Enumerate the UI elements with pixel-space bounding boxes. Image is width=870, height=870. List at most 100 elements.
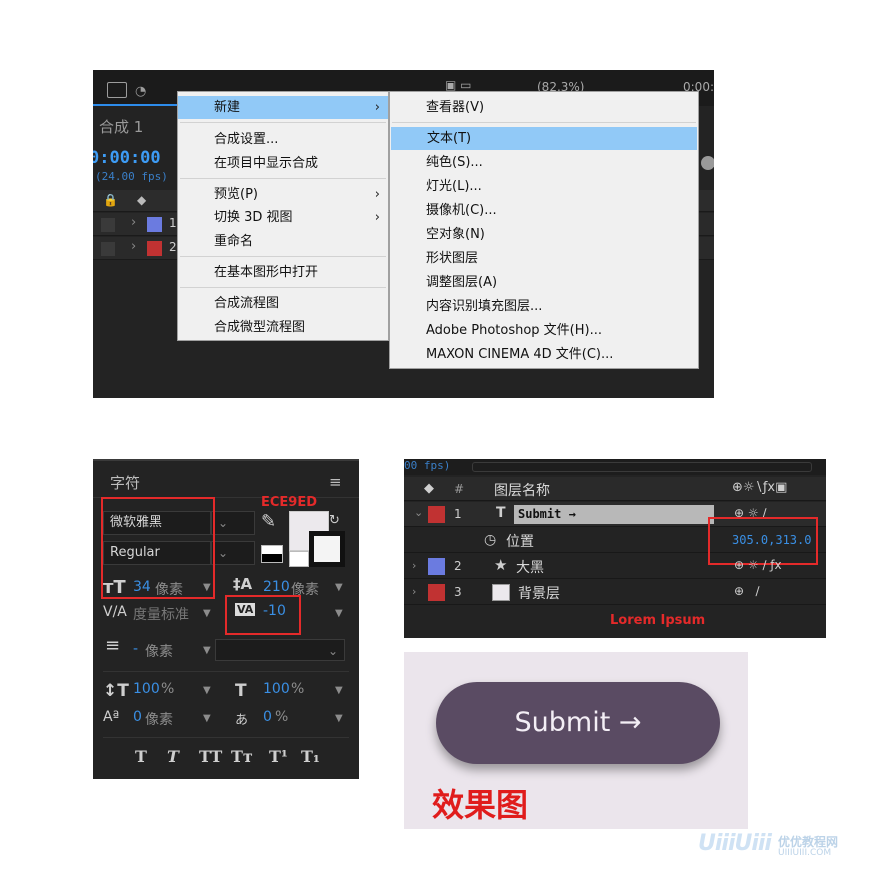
tag-icon: ◆: [424, 481, 434, 496]
snapshot-icon[interactable]: ▣ ▭: [445, 78, 472, 92]
context-menu: 新建 › 合成设置... 在项目中显示合成 预览(P) › 切换 3D 视图 ›…: [177, 91, 389, 341]
stroke-width-dropdown-icon[interactable]: ▼: [203, 645, 211, 656]
menu-item-label: 新建: [214, 100, 241, 115]
layer-name[interactable]: 背景层: [518, 583, 560, 603]
menu-separator: [180, 287, 386, 288]
no-color-swatch[interactable]: [289, 551, 309, 567]
comp-tab-title[interactable]: 合成 1: [99, 116, 143, 137]
expand-arrow-icon[interactable]: ›: [412, 559, 416, 572]
menu-item-new[interactable]: 新建 ›: [178, 96, 388, 119]
leading-value[interactable]: 210: [263, 579, 290, 595]
eyedropper-icon[interactable]: ✎: [261, 511, 276, 532]
vertical-scale-value[interactable]: 100: [133, 681, 160, 697]
layer-switches[interactable]: ⊕ ∕: [734, 584, 760, 598]
layer-switches[interactable]: ⊕ ☼ ∕ ƒx: [734, 558, 782, 572]
column-layer-name-header[interactable]: 图层名称: [494, 480, 550, 500]
stroke-type-dropdown[interactable]: ⌄: [215, 639, 345, 661]
menu-separator: [180, 178, 386, 179]
menu-item-adjustment-layer[interactable]: 调整图层(A): [390, 271, 698, 294]
menu-item-label: 预览(P): [214, 187, 258, 202]
menu-item-null-object[interactable]: 空对象(N): [390, 223, 698, 246]
black-white-swatch[interactable]: [261, 545, 283, 563]
menu-item-shape-layer[interactable]: 形状图层: [390, 247, 698, 270]
horizontal-scale-value[interactable]: 100: [263, 681, 290, 697]
current-timecode[interactable]: 0:00:00: [93, 148, 161, 168]
menu-separator: [392, 122, 696, 123]
menu-item-switch-3d-view[interactable]: 切换 3D 视图 ›: [178, 206, 388, 229]
font-style-dropdown[interactable]: ⌄: [211, 541, 255, 565]
submit-button[interactable]: Submit →: [436, 682, 720, 764]
menu-item-content-aware-fill[interactable]: 内容识别填充图层...: [390, 295, 698, 318]
stroke-color-swatch[interactable]: [309, 531, 345, 567]
solid-layer-icon: [492, 584, 510, 601]
visibility-toggle[interactable]: [101, 218, 115, 232]
table-row[interactable]: › 2 ★ 大黑 ⊕ ☼ ∕ ƒx: [404, 554, 826, 579]
small-caps-button[interactable]: Tт: [231, 747, 253, 766]
menu-item-comp-settings[interactable]: 合成设置...: [178, 128, 388, 151]
tracking-dropdown-icon[interactable]: ▼: [335, 608, 343, 619]
baseline-shift-dropdown-icon[interactable]: ▼: [203, 713, 211, 724]
vertical-scale-dropdown-icon[interactable]: ▼: [203, 685, 211, 696]
menu-item-text[interactable]: 文本(T): [391, 127, 697, 150]
baseline-shift-unit: 像素: [145, 712, 173, 728]
menu-item-cinema4d-file[interactable]: MAXON CINEMA 4D 文件(C)...: [390, 343, 698, 366]
tsume-dropdown-icon[interactable]: ▼: [335, 713, 343, 724]
watermark-logo: UiiiUiii: [698, 831, 772, 856]
superscript-button[interactable]: T¹: [269, 747, 288, 766]
label-color[interactable]: [147, 241, 162, 256]
menu-item-reveal-in-project[interactable]: 在项目中显示合成: [178, 152, 388, 175]
font-family-dropdown[interactable]: ⌄: [211, 511, 255, 535]
motion-blur-icon[interactable]: ◔: [135, 84, 146, 99]
film-icon[interactable]: [107, 82, 127, 98]
baseline-shift-value[interactable]: 0: [133, 709, 142, 725]
menu-item-solid[interactable]: 纯色(S)...: [390, 151, 698, 174]
menu-item-photoshop-file[interactable]: Adobe Photoshop 文件(H)...: [390, 319, 698, 342]
leading-dropdown-icon[interactable]: ▼: [335, 582, 343, 593]
all-caps-button[interactable]: TT: [199, 747, 222, 766]
layer-name[interactable]: 大黑: [516, 557, 544, 577]
layer-name-field[interactable]: Submit →: [514, 505, 714, 524]
visibility-toggle[interactable]: [101, 242, 115, 256]
expand-arrow-icon[interactable]: ›: [412, 585, 416, 598]
tsume-icon: あ: [235, 713, 249, 728]
label-color[interactable]: [147, 217, 162, 232]
stroke-width-value[interactable]: -: [133, 641, 138, 657]
tsume-value[interactable]: 0: [263, 709, 272, 725]
switches-header-icon: ⊕☼∖ƒx▣: [732, 480, 788, 495]
tag-icon[interactable]: ◆: [137, 193, 146, 207]
menu-item-viewer[interactable]: 查看器(V): [390, 96, 698, 119]
kerning-dropdown-icon[interactable]: ▼: [203, 608, 211, 619]
panel-menu-icon[interactable]: ≡: [329, 473, 342, 491]
label-color[interactable]: [428, 558, 445, 575]
font-size-value[interactable]: 34: [133, 579, 151, 595]
horizontal-scale-dropdown-icon[interactable]: ▼: [335, 685, 343, 696]
stopwatch-icon[interactable]: ◷: [484, 532, 496, 548]
faux-italic-button[interactable]: T: [167, 747, 179, 766]
font-size-dropdown-icon[interactable]: ▼: [203, 582, 211, 593]
lock-icon[interactable]: 🔒: [103, 193, 118, 207]
menu-item-light[interactable]: 灯光(L)...: [390, 175, 698, 198]
kerning-value[interactable]: 度量标准: [133, 604, 189, 624]
label-color[interactable]: [428, 584, 445, 601]
expand-arrow-icon[interactable]: ›: [131, 215, 136, 230]
subscript-button[interactable]: T₁: [301, 747, 320, 766]
menu-item-rename[interactable]: 重命名: [178, 230, 388, 253]
character-panel: 字符 ≡ 微软雅黑 ⌄ Regular ⌄ ✎ ECE9ED ↻ тT 34 像…: [93, 459, 359, 779]
swap-colors-icon[interactable]: ↻: [329, 513, 340, 528]
menu-item-label: 切换 3D 视图: [214, 210, 293, 225]
search-field[interactable]: [472, 462, 812, 472]
expand-arrow-icon[interactable]: ›: [131, 239, 136, 254]
faux-bold-button[interactable]: T: [135, 747, 147, 766]
table-row[interactable]: › 3 背景层 ⊕ ∕: [404, 580, 826, 605]
menu-item-mini-flowchart[interactable]: 合成微型流程图: [178, 316, 388, 339]
label-color[interactable]: [428, 506, 445, 523]
fps-fragment: 00 fps): [404, 459, 451, 472]
collapse-arrow-icon[interactable]: ⌄: [414, 506, 423, 519]
menu-item-open-essential-graphics[interactable]: 在基本图形中打开: [178, 261, 388, 284]
menu-item-camera[interactable]: 摄像机(C)...: [390, 199, 698, 222]
globe-icon[interactable]: [701, 156, 714, 170]
watermark-url: UIIIUIII.COM: [778, 848, 832, 858]
menu-item-preview[interactable]: 预览(P) ›: [178, 183, 388, 206]
menu-item-flowchart[interactable]: 合成流程图: [178, 292, 388, 315]
leading-icon: ‡A: [233, 575, 253, 593]
